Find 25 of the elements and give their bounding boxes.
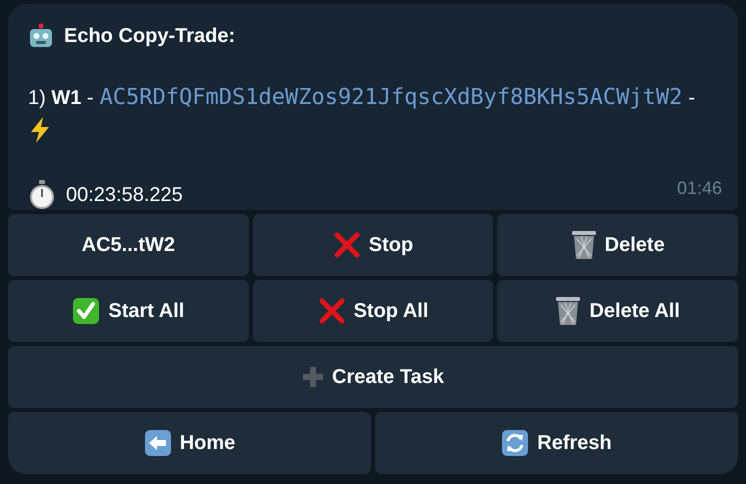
cross-icon [318, 297, 346, 325]
keyboard-button[interactable]: Stop [252, 214, 494, 276]
wallet-label: 1) W1 - [28, 86, 94, 111]
refresh-icon [501, 429, 530, 457]
keyboard-button[interactable]: Start All [8, 280, 249, 342]
plus-icon [302, 366, 324, 388]
robot-icon [28, 23, 54, 49]
keyboard-button[interactable]: AC5...tW2 [8, 214, 249, 276]
trash-icon [555, 296, 582, 326]
wallet-address-link[interactable]: AC5RDfQFmDS1deWZos921JfqscXdByf8BKHs5ACWjtW2 [100, 81, 682, 114]
keyboard-button[interactable]: Delete [497, 214, 738, 276]
checkmark-icon [72, 297, 100, 325]
elapsed-time: 00:23:58.225 [66, 183, 183, 208]
keyboard-button[interactable]: Stop All [252, 280, 494, 342]
message-time: 01:46 [676, 177, 722, 200]
trash-icon [570, 230, 597, 260]
keyboard-button[interactable]: Create Task [8, 346, 738, 408]
cross-icon [332, 231, 361, 259]
message-title: Echo Copy-Trade: [64, 24, 236, 49]
keyboard-button[interactable]: Refresh [375, 412, 738, 474]
keyboard-button[interactable]: Home [8, 412, 371, 474]
separator-text: - [688, 86, 696, 111]
stopwatch-icon [28, 180, 56, 210]
lightning-icon [28, 116, 52, 144]
keyboard-button[interactable]: Delete All [497, 280, 738, 342]
